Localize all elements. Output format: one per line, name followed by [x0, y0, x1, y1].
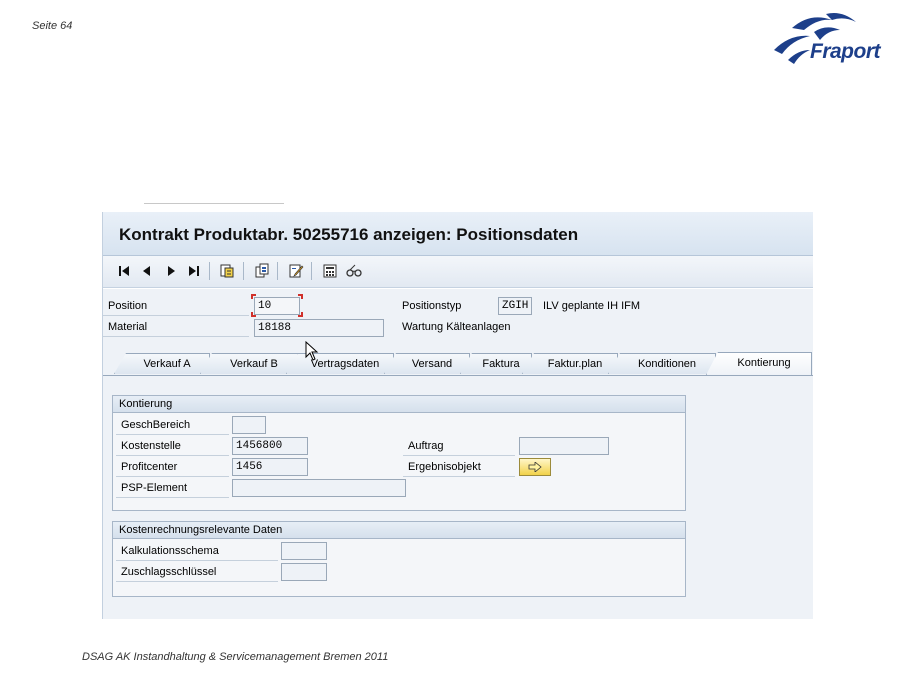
psp-element-field[interactable] — [232, 479, 406, 497]
last-page-icon[interactable] — [185, 262, 203, 280]
auftrag-field[interactable] — [519, 437, 609, 455]
tab-konditionen[interactable]: Konditionen — [608, 353, 716, 374]
toolbar-separator — [243, 262, 244, 280]
material-field[interactable]: 18188 — [254, 319, 384, 337]
kalkulationsschema-label: Kalkulationsschema — [116, 542, 278, 561]
focus-marker — [298, 312, 303, 317]
tab-baseline — [103, 375, 813, 376]
page-title: Kontrakt Produktabr. 50255716 anzeigen: … — [119, 225, 579, 244]
focus-marker — [298, 294, 303, 299]
left-margin — [92, 208, 102, 619]
decorative-line — [144, 203, 284, 204]
kontierung-panel-title: Kontierung — [113, 396, 685, 413]
tab-kontierung[interactable]: Kontierung — [706, 352, 812, 375]
first-page-icon[interactable] — [115, 262, 133, 280]
focus-marker — [251, 294, 256, 299]
auftrag-label: Auftrag — [403, 437, 515, 456]
application-toolbar — [103, 256, 813, 288]
ergebnisobjekt-button[interactable] — [519, 458, 551, 476]
positionstyp-label: Positionstyp — [402, 300, 462, 312]
page-number: Seite 64 — [32, 20, 73, 32]
geschbereich-field[interactable] — [232, 416, 266, 434]
kostenrechnung-panel-title: Kostenrechnungsrelevante Daten — [113, 522, 685, 539]
ergebnisobjekt-label: Ergebnisobjekt — [403, 458, 515, 477]
mouse-cursor-icon — [305, 341, 319, 361]
toolbar-separator — [311, 262, 312, 280]
tab-vertragsdaten[interactable]: Vertragsdaten — [286, 353, 394, 374]
toolbar-separator — [277, 262, 278, 280]
tab-verkauf-b[interactable]: Verkauf B — [200, 353, 298, 374]
kalkulationsschema-field[interactable] — [281, 542, 327, 560]
title-bar: Kontrakt Produktabr. 50255716 anzeigen: … — [103, 212, 813, 256]
geschbereich-label: GeschBereich — [116, 416, 229, 435]
material-description: Wartung Kälteanlagen — [402, 321, 511, 333]
kostenrechnung-panel: Kostenrechnungsrelevante Daten Kalkulati… — [112, 521, 686, 597]
tab-versand[interactable]: Versand — [384, 353, 470, 374]
overview-icon[interactable] — [218, 262, 236, 280]
previous-page-icon[interactable] — [138, 262, 156, 280]
psp-element-label: PSP-Element — [116, 479, 229, 498]
fraport-logo: Fraport — [770, 10, 900, 70]
kontierung-panel: Kontierung GeschBereich Kostenstelle 145… — [112, 395, 686, 511]
positionstyp-description: ILV geplante IH IFM — [543, 300, 641, 312]
tab-fakturplan[interactable]: Faktur.plan — [522, 353, 618, 374]
position-field[interactable]: 10 — [254, 297, 300, 315]
profitcenter-label: Profitcenter — [116, 458, 229, 477]
tab-verkauf-a[interactable]: Verkauf A — [114, 353, 210, 374]
calculator-icon[interactable] — [321, 262, 339, 280]
focus-marker — [251, 312, 256, 317]
next-page-icon[interactable] — [162, 262, 180, 280]
arrow-right-icon — [528, 462, 542, 472]
item-copy-icon[interactable] — [253, 262, 271, 280]
toolbar-separator — [209, 262, 210, 280]
kostenstelle-field[interactable]: 1456800 — [232, 437, 308, 455]
tab-strip: Verkauf A Verkauf B Vertragsdaten Versan… — [114, 352, 813, 375]
slide-footer: DSAG AK Instandhaltung & Servicemanageme… — [82, 651, 389, 663]
sap-window: Kontrakt Produktabr. 50255716 anzeigen: … — [92, 208, 813, 619]
positionstyp-field[interactable]: ZGIH — [498, 297, 532, 315]
zuschlagsschluessel-label: Zuschlagsschlüssel — [116, 563, 278, 582]
tab-faktura[interactable]: Faktura — [460, 353, 532, 374]
edit-icon[interactable] — [287, 262, 305, 280]
kostenstelle-label: Kostenstelle — [116, 437, 229, 456]
position-label: Position — [103, 297, 249, 316]
glasses-icon[interactable] — [345, 262, 363, 280]
fraport-logo-text: Fraport — [810, 40, 881, 63]
profitcenter-field[interactable]: 1456 — [232, 458, 308, 476]
material-label: Material — [103, 318, 249, 337]
zuschlagsschluessel-field[interactable] — [281, 563, 327, 581]
